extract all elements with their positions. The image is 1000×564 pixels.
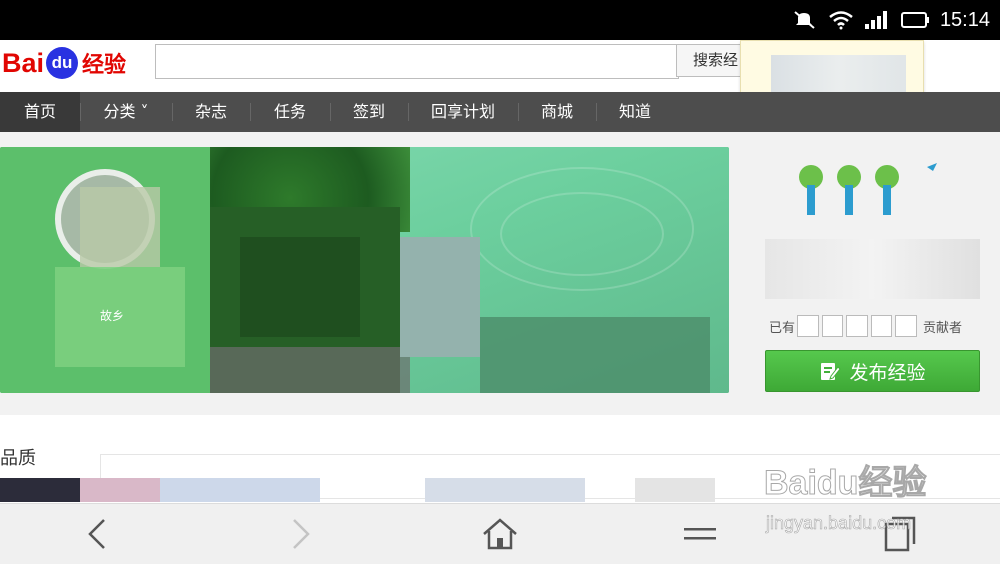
logo-bai: Bai xyxy=(2,47,45,78)
pixelated-block xyxy=(240,237,360,337)
nav-checkin[interactable]: 签到 xyxy=(330,92,408,132)
contributors-label-prefix: 已有 xyxy=(769,321,796,336)
status-bar: 15:14 xyxy=(0,0,1000,40)
nav-mall[interactable]: 商城 xyxy=(518,92,596,132)
trees-logo-icon xyxy=(799,163,937,215)
wifi-icon xyxy=(829,11,853,30)
publish-experience-button[interactable]: 发布经验 xyxy=(765,350,980,392)
baidu-jingyan-logo[interactable]: Bai du 经验 xyxy=(2,44,126,82)
water-ripple xyxy=(500,192,664,276)
publish-label: 发布经验 xyxy=(849,361,926,384)
nav-home[interactable]: 首页 xyxy=(0,92,80,132)
pixelated-block xyxy=(480,317,710,393)
mute-icon xyxy=(794,11,815,29)
nav-categories[interactable]: 分类 ˅ xyxy=(80,92,172,132)
pixelated-block xyxy=(210,347,410,393)
featured-banner[interactable]: 故乡 xyxy=(0,147,729,393)
status-icons: 15:14 xyxy=(792,6,990,34)
pixelated-user-info xyxy=(765,239,980,299)
main-nav: 首页 分类 ˅ 杂志 任务 签到 回享计划 商城 知道 xyxy=(0,92,1000,132)
search-input[interactable] xyxy=(155,44,679,79)
nav-magazine[interactable]: 杂志 xyxy=(172,92,250,132)
forward-icon[interactable] xyxy=(280,514,320,554)
watermark-url: jingyan.baidu.com xyxy=(766,513,912,534)
edit-icon xyxy=(821,363,842,380)
section-title: 品质 xyxy=(0,448,36,469)
nav-share-plan[interactable]: 回享计划 xyxy=(408,92,518,132)
banner-caption: 故乡 xyxy=(100,309,125,323)
baidu-jingyan-watermark: Baidu经验 jingyan.baidu.com xyxy=(763,455,994,545)
menu-icon[interactable] xyxy=(680,514,720,554)
nav-tasks[interactable]: 任务 xyxy=(250,92,330,132)
back-icon[interactable] xyxy=(78,514,118,554)
side-panel: 已有 贡献者 发布经验 xyxy=(765,147,980,397)
contributor-count-digits xyxy=(797,315,917,337)
signal-icon xyxy=(864,11,887,29)
logo-jingyan: 经验 xyxy=(82,52,127,77)
logo-du: du xyxy=(46,47,79,79)
suggestion-blurred-text xyxy=(771,55,906,95)
battery-icon xyxy=(900,12,929,28)
clock: 15:14 xyxy=(939,8,990,31)
pixelated-block xyxy=(80,187,160,267)
nav-zhidao[interactable]: 知道 xyxy=(596,92,674,132)
home-icon[interactable] xyxy=(480,514,520,554)
contributors-label-suffix: 贡献者 xyxy=(923,321,963,336)
watermark-logo: Baidu经验 xyxy=(763,464,927,503)
pixelated-block xyxy=(400,237,480,357)
